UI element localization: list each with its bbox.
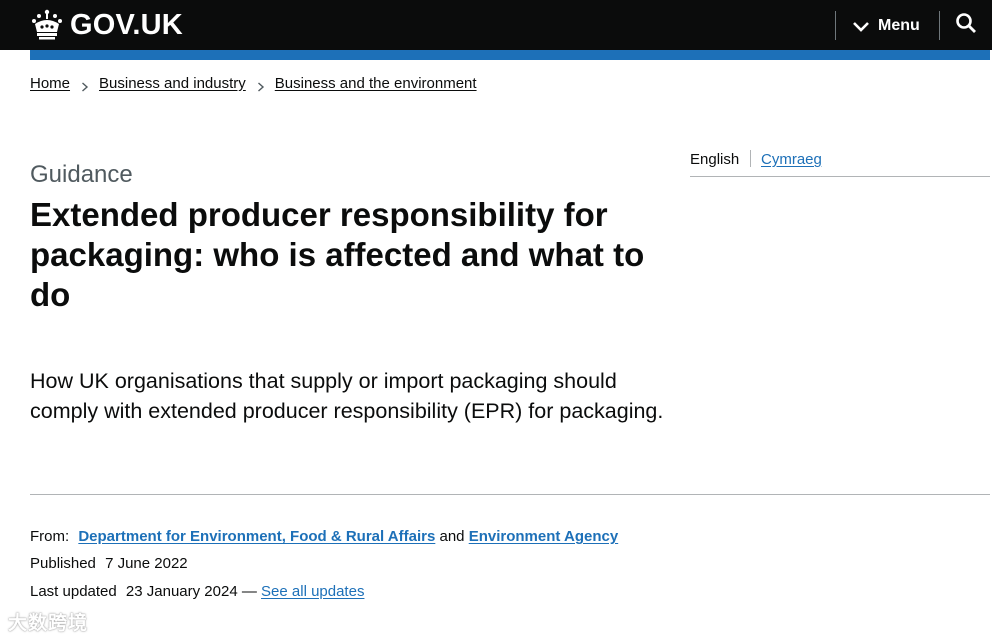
page-lead: How UK organisations that supply or impo… (30, 369, 664, 423)
page-title: Extended producer responsibility for pac… (30, 196, 645, 313)
metadata-from: From: Department for Environment, Food &… (30, 528, 618, 545)
header-divider (939, 11, 940, 40)
see-all-updates-link[interactable]: See all updates (261, 583, 364, 600)
language-current: English (690, 151, 740, 168)
language-divider (750, 150, 751, 167)
breadcrumb-business-and-industry[interactable]: Business and industry (99, 75, 246, 92)
breadcrumb: Home Business and industry Business and … (30, 75, 477, 92)
published-date: 7 June 2022 (105, 555, 188, 572)
updated-date: 23 January 2024 (125, 583, 238, 600)
page-caption: Guidance (30, 161, 133, 188)
logo-text: GOV.UK (70, 8, 183, 41)
search-icon (955, 12, 977, 39)
published-label: Published (30, 555, 96, 572)
and-text: and (439, 528, 465, 545)
breadcrumb-business-and-the-environment[interactable]: Business and the environment (275, 75, 477, 92)
updated-label: Last updated (30, 583, 117, 600)
header-blue-bar (30, 50, 990, 60)
menu-label: Menu (878, 16, 920, 34)
dash-text: — (241, 583, 257, 600)
chevron-down-icon (852, 20, 870, 32)
site-header: GOV.UK Menu (0, 0, 992, 50)
language-switcher: English Cymraeg (690, 150, 990, 177)
metadata-published: Published 7 June 2022 (30, 555, 188, 572)
org-defra-link[interactable]: Department for Environment, Food & Rural… (78, 528, 435, 545)
chevron-right-icon (257, 79, 265, 92)
watermark: 大数跨境 (8, 613, 89, 634)
section-divider (30, 494, 990, 495)
language-cymraeg-link[interactable]: Cymraeg (761, 151, 822, 168)
chevron-right-icon (81, 79, 89, 92)
header-divider (835, 11, 836, 40)
menu-button[interactable]: Menu (852, 11, 932, 40)
from-label: From: (30, 528, 70, 545)
org-environment-agency-link[interactable]: Environment Agency (469, 528, 618, 545)
breadcrumb-home[interactable]: Home (30, 75, 70, 92)
crown-icon (30, 8, 64, 42)
govuk-logo-link[interactable]: GOV.UK (30, 8, 183, 42)
metadata-updated: Last updated 23 January 2024 — See all u… (30, 583, 364, 600)
search-button[interactable] (950, 11, 982, 40)
